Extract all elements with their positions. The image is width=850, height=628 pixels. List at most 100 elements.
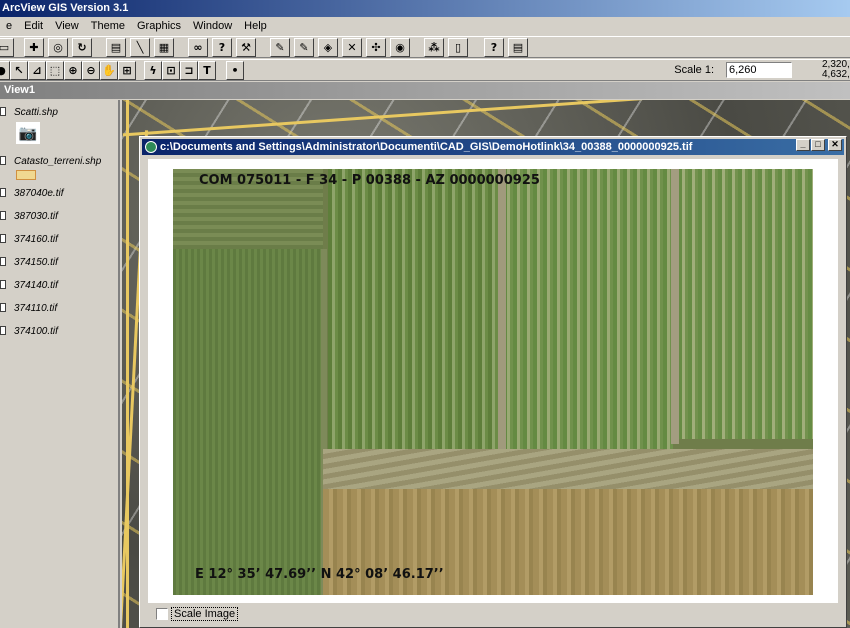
add-theme-icon: ✚ <box>29 41 39 54</box>
maximize-button[interactable]: □ <box>811 139 825 151</box>
toc-item[interactable]: 374110.tif <box>14 303 57 314</box>
add-theme-button[interactable]: ✚ <box>24 38 44 57</box>
toc-checkbox[interactable] <box>0 326 6 335</box>
map-road <box>126 100 129 628</box>
open-table-button[interactable]: ▤ <box>106 38 126 57</box>
toc-checkbox[interactable] <box>0 107 6 116</box>
toc-checkbox[interactable] <box>0 188 6 197</box>
help-button[interactable]: ? <box>484 38 504 57</box>
toc-checkbox[interactable] <box>0 257 6 266</box>
pointer-tool[interactable]: ↖ <box>10 61 28 80</box>
tool-bar: ● ↖ ⊿ ⬚ ⊕ ⊖ ✋ ⊞ ϟ ⊡ ⊐ T • Scale 1: 6,260… <box>0 59 850 81</box>
photo-caption-top: COM 075011 - F 34 - P 00388 - AZ 0000000… <box>199 173 540 188</box>
menu-edit[interactable]: Edit <box>18 17 49 36</box>
toc-checkbox[interactable] <box>0 303 6 312</box>
vertex-edit-tool[interactable]: ⊿ <box>28 61 46 80</box>
pan-tool[interactable]: ✋ <box>100 61 118 80</box>
field-path <box>671 169 679 444</box>
toc-item[interactable]: 387030.tif <box>14 211 58 222</box>
select-feature-icon: ⬚ <box>49 64 61 77</box>
layout-icon: ⁂ <box>428 41 440 54</box>
minimize-button[interactable]: _ <box>796 139 810 151</box>
toc-item[interactable]: 374140.tif <box>14 280 58 291</box>
theme-properties-icon: ◎ <box>53 41 63 54</box>
map-road <box>122 100 850 137</box>
scale-image-label[interactable]: Scale Image <box>171 607 239 621</box>
identify-tool[interactable]: ● <box>0 61 10 80</box>
select-feature-tool[interactable]: ⬚ <box>46 61 64 80</box>
zoom-in-tool[interactable]: ⊕ <box>64 61 82 80</box>
text-tool[interactable]: T <box>198 61 216 80</box>
menu-window[interactable]: Window <box>187 17 238 36</box>
toc-item[interactable]: Catasto_terreni.shp <box>14 156 101 167</box>
select-features-button[interactable]: ✎ <box>270 38 290 57</box>
toc-item[interactable]: 374100.tif <box>14 326 58 337</box>
find-button[interactable]: ∞ <box>188 38 208 57</box>
edit-legend-button[interactable]: ↻ <box>72 38 92 57</box>
zoom-to-selected-button[interactable]: ◈ <box>318 38 338 57</box>
toc-checkbox[interactable] <box>0 156 6 165</box>
identify-icon: ● <box>0 64 6 77</box>
label-icon: ⊐ <box>184 64 194 77</box>
calculator-button[interactable]: ▦ <box>154 38 174 57</box>
view-title: View1 <box>4 84 35 96</box>
scale-image-option[interactable]: Scale Image <box>156 607 239 621</box>
toc-item[interactable]: 374150.tif <box>14 257 58 268</box>
toc-item[interactable]: 387040e.tif <box>14 188 64 199</box>
scale-label: Scale 1: <box>674 64 714 76</box>
measure-icon: ⊞ <box>122 64 132 77</box>
query-button[interactable]: ? <box>212 38 232 57</box>
toc-checkbox[interactable] <box>0 234 6 243</box>
hammer-button[interactable]: ⚒ <box>236 38 256 57</box>
toc-checkbox[interactable] <box>0 280 6 289</box>
zoom-out-icon: ⊖ <box>86 64 96 77</box>
zoom-out-tool[interactable]: ⊖ <box>82 61 100 80</box>
measure-tool[interactable]: ⊞ <box>118 61 136 80</box>
clear-selection-button[interactable]: ✎ <box>294 38 314 57</box>
zoom-active-themes-button[interactable]: ✣ <box>366 38 386 57</box>
zoom-themes-icon: ✣ <box>371 41 381 54</box>
toc-item[interactable]: Scatti.shp <box>14 107 58 118</box>
vertex-edit-icon: ⊿ <box>32 64 42 77</box>
overview-button[interactable]: ▯ <box>448 38 468 57</box>
scale-image-checkbox[interactable] <box>156 608 168 620</box>
menu-theme[interactable]: Theme <box>85 17 131 36</box>
zoom-selected-icon: ◈ <box>323 41 333 54</box>
theme-properties-button[interactable]: ◎ <box>48 38 68 57</box>
zoom-previous-button[interactable]: ◉ <box>390 38 410 57</box>
list-button[interactable]: ▤ <box>508 38 528 57</box>
help-icon: ? <box>490 41 498 54</box>
area-icon: ⊡ <box>166 64 176 77</box>
field-crop-1 <box>328 169 503 449</box>
text-icon: T <box>203 64 211 77</box>
hotlink-tool[interactable]: ϟ <box>144 61 162 80</box>
label-tool[interactable]: ⊐ <box>180 61 198 80</box>
menu-view[interactable]: View <box>49 17 85 36</box>
draw-button[interactable]: ╲ <box>130 38 150 57</box>
save-icon: ▭ <box>0 41 10 54</box>
image-window-title-bar[interactable]: c:\Documents and Settings\Administrator\… <box>142 139 844 155</box>
draw-point-tool[interactable]: • <box>226 61 244 80</box>
window-system-icon[interactable] <box>145 141 157 153</box>
toc-checkbox[interactable] <box>0 211 6 220</box>
edit-legend-icon: ↻ <box>77 41 87 54</box>
toc-item[interactable]: 374160.tif <box>14 234 58 245</box>
zoom-full-extent-button[interactable]: ✕ <box>342 38 362 57</box>
close-icon: ✕ <box>831 139 839 149</box>
close-button[interactable]: ✕ <box>828 139 842 151</box>
field-left <box>173 249 323 595</box>
table-icon: ▤ <box>110 41 122 54</box>
area-of-interest-tool[interactable]: ⊡ <box>162 61 180 80</box>
coord-y: 4,632, <box>822 69 850 80</box>
save-project-button[interactable]: ▭ <box>0 38 14 57</box>
table-of-contents[interactable]: Scatti.shp 📷 Catasto_terreni.shp 387040e… <box>0 100 120 628</box>
app-title: ArcView GIS Version 3.1 <box>2 2 129 14</box>
binoculars-icon: ∞ <box>193 41 203 54</box>
menu-file[interactable]: e <box>0 17 18 36</box>
menu-help[interactable]: Help <box>238 17 273 36</box>
layout-button[interactable]: ⁂ <box>424 38 444 57</box>
scale-input[interactable]: 6,260 <box>726 62 792 78</box>
minimize-icon: _ <box>800 139 806 149</box>
button-bar: ▭ ✚ ◎ ↻ ▤ ╲ ▦ ∞ ? ⚒ ✎ ✎ ◈ ✕ ✣ ◉ ⁂ ▯ ? ▤ <box>0 36 850 58</box>
menu-graphics[interactable]: Graphics <box>131 17 187 36</box>
